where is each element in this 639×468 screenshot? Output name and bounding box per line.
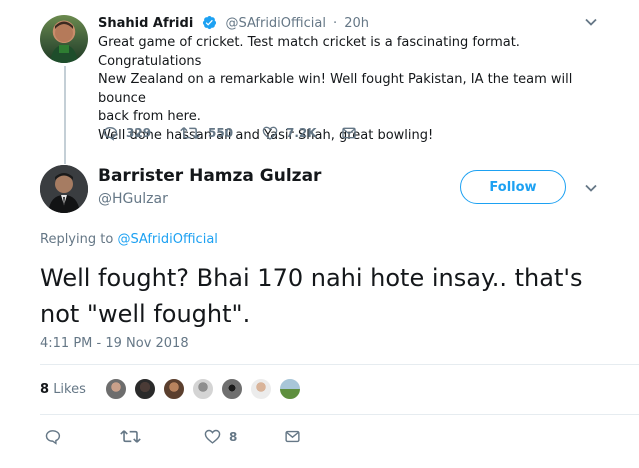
reply-icon [45, 430, 61, 445]
reply-reply-button[interactable] [44, 428, 69, 445]
parent-direct-message-button[interactable] [341, 125, 365, 141]
parent-tweet-text-line: New Zealand on a remarkable win! Well fo… [98, 72, 573, 106]
reply-timestamp[interactable]: 4:11 PM - 19 Nov 2018 [40, 336, 189, 351]
liker-avatars [104, 377, 304, 403]
retweet-icon [120, 430, 141, 443]
parent-tweet-menu-chevron-down-icon[interactable] [584, 14, 598, 33]
likes-count-number: 8 [40, 382, 50, 397]
heart-icon [262, 126, 278, 140]
envelope-icon [342, 127, 356, 139]
parent-like-count: 7.2K [286, 126, 317, 140]
likes-count-label: Likes [53, 382, 86, 397]
reply-direct-message-button[interactable] [284, 428, 309, 445]
liker-avatar[interactable] [249, 377, 273, 401]
parent-author-name[interactable]: Shahid Afridi [98, 16, 193, 31]
replying-to-line: Replying to @SAfridiOfficial [40, 232, 218, 247]
liker-avatar[interactable] [104, 377, 128, 401]
parent-author-handle[interactable]: @SAfridiOfficial [225, 16, 325, 31]
reply-author-handle[interactable]: @HGulzar [98, 191, 168, 207]
envelope-icon [285, 430, 300, 443]
divider-bottom [40, 414, 639, 415]
parent-tweet-header: Shahid Afridi @SAfridiOfficial · 20h [98, 12, 369, 34]
parent-reply-button[interactable]: 329 [102, 125, 151, 141]
liker-avatar[interactable] [191, 377, 215, 401]
follow-button[interactable]: Follow [460, 170, 566, 204]
parent-author-avatar[interactable] [40, 15, 88, 63]
reply-tweet-text-line: Well fought? Bhai 170 nahi hote insay.. … [40, 264, 583, 292]
thread-connector-line [64, 66, 66, 164]
retweet-icon [180, 127, 200, 139]
liker-avatar[interactable] [278, 377, 302, 401]
reply-tweet-menu-chevron-down-icon[interactable] [584, 180, 598, 199]
reply-icon [103, 126, 118, 141]
header-separator: · [333, 16, 338, 31]
reply-like-count: 8 [229, 429, 238, 444]
parent-retweet-button[interactable]: 550 [180, 125, 233, 141]
heart-icon [204, 429, 221, 444]
parent-like-button[interactable]: 7.2K [262, 125, 317, 141]
reply-author-avatar[interactable] [40, 165, 88, 213]
parent-tweet-text-line: Great game of cricket. Test match cricke… [98, 35, 520, 69]
liker-avatar[interactable] [162, 377, 186, 401]
reply-tweet-text: Well fought? Bhai 170 nahi hote insay.. … [40, 260, 620, 332]
reply-like-button[interactable]: 8 [204, 428, 237, 445]
liker-avatar[interactable] [220, 377, 244, 401]
replying-to-prefix: Replying to [40, 232, 118, 247]
reply-retweet-button[interactable] [120, 428, 149, 445]
verified-badge-icon [202, 15, 217, 34]
parent-tweet-text-line: back from here. [98, 109, 201, 124]
parent-tweet-time[interactable]: 20h [344, 16, 369, 31]
likes-count-link[interactable]: 8 Likes [40, 382, 86, 397]
parent-retweet-count: 550 [208, 126, 234, 140]
replying-to-handle-link[interactable]: @SAfridiOfficial [117, 232, 217, 247]
parent-reply-count: 329 [126, 126, 152, 140]
liker-avatar[interactable] [133, 377, 157, 401]
reply-author-name[interactable]: Barrister Hamza Gulzar [98, 166, 321, 186]
reply-tweet-text-line: not "well fought". [40, 300, 251, 328]
divider-top [40, 364, 639, 365]
